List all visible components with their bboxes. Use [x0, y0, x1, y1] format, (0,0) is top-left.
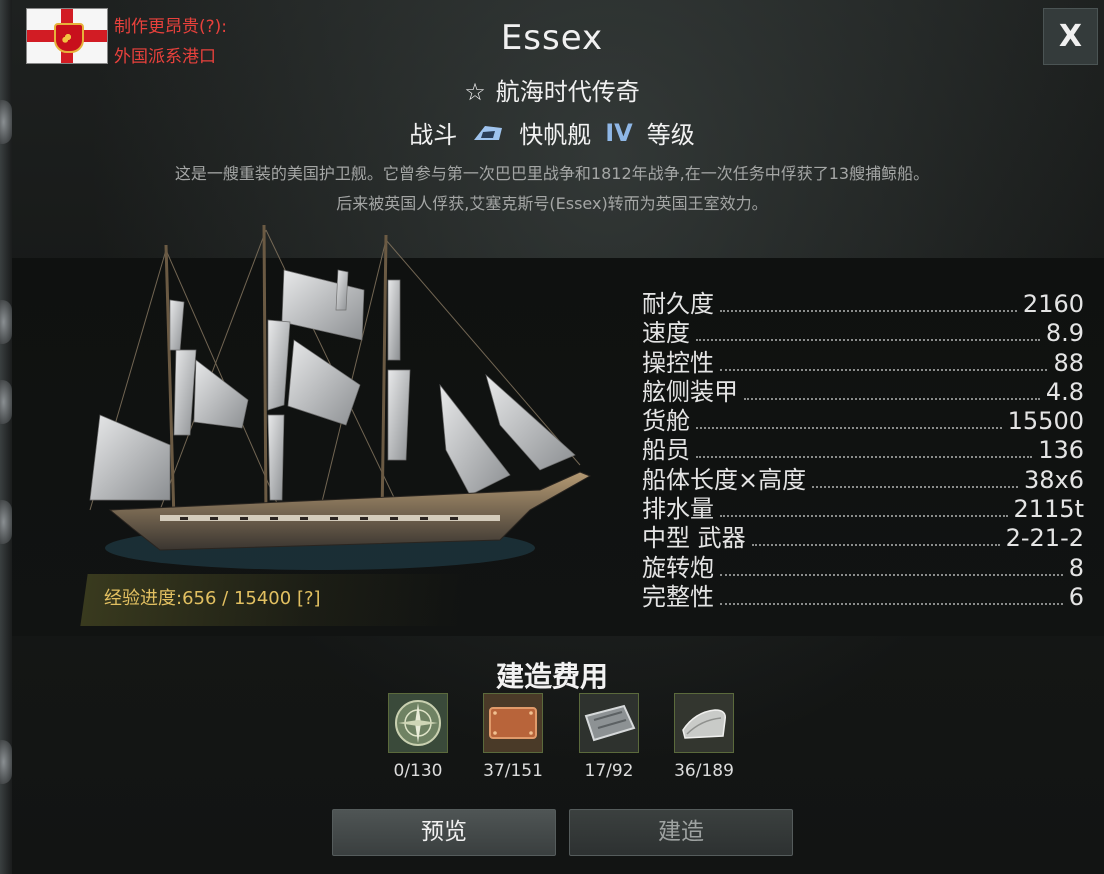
- stat-row: 排水量 2115t: [642, 489, 1084, 523]
- legend-badge: ☆ 航海时代传奇: [0, 72, 1104, 107]
- resource-count: 37/151: [483, 761, 543, 781]
- ship-model-image: [89, 224, 592, 570]
- resource-slot[interactable]: 37/151: [468, 693, 558, 781]
- stat-value: 88: [1053, 348, 1084, 377]
- build-cost-title: 建造费用: [495, 660, 608, 693]
- stat-value: 2115t: [1013, 495, 1085, 524]
- stat-value: 2160: [1022, 290, 1084, 318]
- side-ship-thumbnail[interactable]: [0, 740, 12, 784]
- ship-type-line: 战斗 快帆舰 IV 等级: [0, 115, 1104, 150]
- resource-slot[interactable]: 0/130: [373, 693, 463, 781]
- stat-value: 6: [1068, 582, 1084, 611]
- canvas-icon: [674, 693, 734, 753]
- ship-name: Essex: [500, 18, 604, 58]
- resource-slot[interactable]: 17/92: [564, 693, 654, 781]
- iron-plate-icon: [579, 693, 639, 753]
- combat-role-icon: [474, 125, 503, 140]
- stat-value: 8.9: [1045, 319, 1084, 348]
- build-button[interactable]: 建造: [569, 809, 793, 856]
- resource-slot[interactable]: 36/189: [659, 693, 749, 781]
- close-button[interactable]: X: [1043, 8, 1098, 65]
- stat-value: 2-21-2: [1005, 524, 1084, 553]
- stat-label: 完整性: [642, 582, 714, 611]
- ship-tier: IV: [605, 118, 633, 147]
- ship-stats-list: 耐久度 2160 速度 8.9 操控性 88 舷侧装甲 4.8 货舱 15500 船员 13…: [642, 284, 1084, 611]
- side-ship-thumbnail[interactable]: [0, 300, 12, 344]
- ship-role: 战斗: [409, 121, 458, 149]
- stat-row: 操控性 88: [642, 343, 1084, 377]
- legend-label: 航海时代传奇: [495, 78, 640, 106]
- stat-value: 15500: [1007, 407, 1084, 436]
- preview-button[interactable]: 预览: [332, 809, 556, 856]
- resource-count: 0/130: [393, 761, 443, 781]
- experience-current: 656: [182, 588, 217, 609]
- stat-row: 舷侧装甲 4.8: [642, 372, 1084, 406]
- star-icon: ☆: [464, 78, 486, 106]
- experience-label: 经验进度:: [104, 588, 183, 609]
- stat-row: 耐久度 2160: [642, 284, 1084, 318]
- ship-description-line: 这是一艘重装的美国护卫舰。它曾参与第一次巴巴里战争和1812年战争,在一次任务中…: [174, 164, 930, 183]
- stat-value: 136: [1038, 436, 1084, 465]
- resource-count: 36/189: [674, 761, 734, 781]
- map-compass-icon: [388, 693, 448, 753]
- stat-value: 4.8: [1045, 377, 1084, 406]
- tier-label: 等级: [646, 121, 695, 149]
- side-ship-thumbnail[interactable]: [0, 500, 12, 544]
- experience-max: 15400: [233, 588, 292, 609]
- ship-class: 快帆舰: [519, 121, 592, 149]
- stat-value: 8: [1068, 553, 1084, 582]
- resource-count: 17/92: [584, 761, 634, 781]
- experience-progress: 经验进度:656 / 15400 [?]: [104, 588, 321, 609]
- experience-help-link[interactable]: [?]: [291, 588, 321, 609]
- side-ship-thumbnail[interactable]: [0, 380, 12, 424]
- stat-row: 完整性 6: [642, 577, 1084, 611]
- copper-plate-icon: [483, 693, 543, 753]
- stat-row: 船体长度×高度 38x6: [642, 460, 1084, 494]
- stat-value: 38x6: [1023, 465, 1084, 494]
